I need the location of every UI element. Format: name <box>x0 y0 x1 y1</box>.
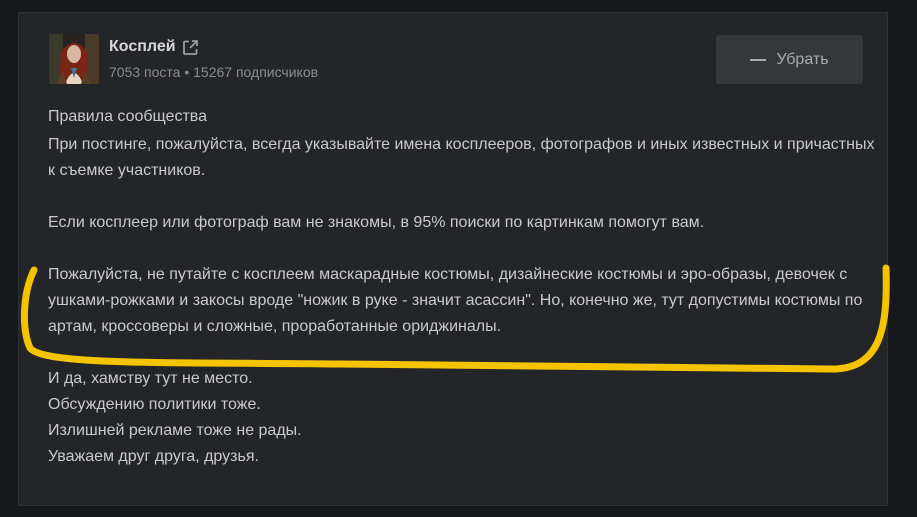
rules-line: Излишней рекламе тоже не рады. <box>48 422 302 439</box>
rules-paragraph-highlighted: Пожалуйста, не путайте с косплеем маскар… <box>48 266 863 335</box>
rules-line: Обсуждению политики тоже. <box>48 396 261 413</box>
community-card: Косплей 7053 поста • 15267 подписчиков У… <box>18 12 888 506</box>
stats-separator: • <box>184 64 190 80</box>
remove-button[interactable]: Убрать <box>716 35 863 84</box>
external-link-icon[interactable] <box>182 39 199 56</box>
rules-title: Правила сообщества <box>48 108 207 125</box>
posts-count: 7053 поста <box>109 64 181 80</box>
community-stats: 7053 поста • 15267 подписчиков <box>109 64 318 80</box>
rules-paragraph: Если косплеер или фотограф вам не знаком… <box>48 214 705 231</box>
minus-icon <box>750 58 767 61</box>
community-avatar[interactable] <box>49 34 99 84</box>
community-title[interactable]: Косплей <box>109 38 199 56</box>
subscribers-count: 15267 подписчиков <box>193 64 319 80</box>
avatar-image <box>49 34 99 84</box>
rules-paragraph: При постинге, пожалуйста, всегда указыва… <box>48 136 875 179</box>
community-name[interactable]: Косплей <box>109 38 176 56</box>
rules-line: И да, хамству тут не место. <box>48 370 253 387</box>
remove-button-label: Убрать <box>776 50 829 68</box>
rules-line: Уважаем друг друга, друзья. <box>48 448 259 465</box>
rules-body: При постинге, пожалуйста, всегда указыва… <box>48 132 878 470</box>
